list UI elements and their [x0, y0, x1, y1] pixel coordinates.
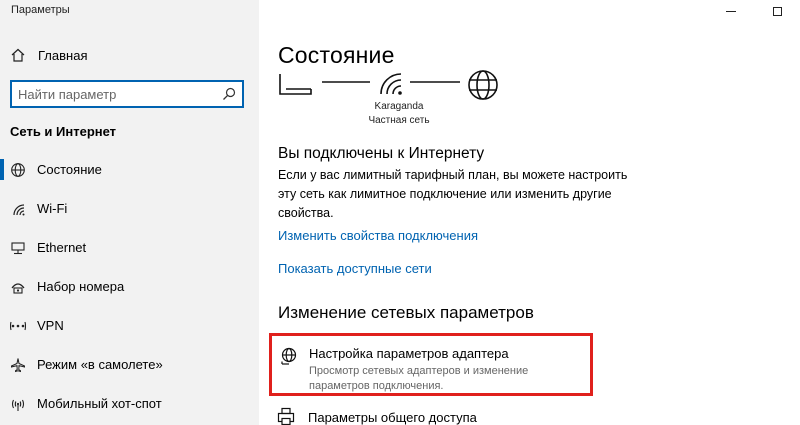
- printer-icon: [277, 407, 295, 425]
- adapter-settings-title: Настройка параметров адаптера: [309, 346, 509, 361]
- nav-list: Состояние Wi-Fi Ethernet Набор номера VP…: [0, 154, 259, 425]
- sidebar-item-label: VPN: [37, 318, 64, 333]
- search-icon[interactable]: [222, 87, 236, 101]
- sidebar-item-status[interactable]: Состояние: [0, 154, 259, 185]
- wifi-signal-icon: [380, 73, 402, 95]
- home-label: Главная: [38, 47, 88, 63]
- dialup-icon: [11, 282, 25, 294]
- show-available-networks-link[interactable]: Показать доступные сети: [278, 261, 432, 276]
- maximize-button[interactable]: [754, 0, 800, 22]
- vpn-icon: [10, 321, 26, 330]
- sidebar: Параметры Главная Сеть и Интернет Состоя…: [0, 0, 259, 425]
- status-heading: Вы подключены к Интернету: [278, 145, 485, 162]
- sidebar-item-vpn[interactable]: VPN: [0, 310, 259, 341]
- maximize-icon: [772, 6, 782, 16]
- sidebar-item-airplane[interactable]: Режим «в самолете»: [0, 349, 259, 380]
- minimize-icon: [726, 10, 736, 12]
- home-icon: [11, 48, 25, 62]
- sidebar-item-wifi[interactable]: Wi-Fi: [0, 193, 259, 224]
- change-connection-properties-link[interactable]: Изменить свойства подключения: [278, 228, 478, 243]
- window-controls: [708, 0, 800, 22]
- network-type: Частная сеть: [368, 115, 430, 126]
- change-settings-heading: Изменение сетевых параметров: [278, 303, 534, 322]
- wifi-icon: [13, 203, 25, 215]
- hotspot-icon: [11, 399, 25, 411]
- sidebar-item-label: Ethernet: [37, 240, 87, 255]
- internet-globe-icon: [468, 70, 498, 100]
- sidebar-item-label: Набор номера: [37, 279, 125, 294]
- airplane-icon: [11, 357, 25, 372]
- pc-icon: [279, 74, 312, 95]
- section-heading: Сеть и Интернет: [10, 124, 117, 139]
- adapter-settings-option[interactable]: Настройка параметров адаптера Просмотр с…: [269, 333, 593, 396]
- network-name: Karaganda: [374, 101, 424, 112]
- sidebar-item-ethernet[interactable]: Ethernet: [0, 232, 259, 263]
- sidebar-item-label: Wi-Fi: [37, 201, 68, 216]
- search-input[interactable]: [18, 86, 222, 102]
- sidebar-item-label: Режим «в самолете»: [37, 357, 163, 372]
- adapter-globe-icon: [281, 347, 297, 365]
- search-box[interactable]: [10, 80, 244, 108]
- adapter-settings-description: Просмотр сетевых адаптеров и изменение п…: [309, 365, 529, 392]
- page-title: Состояние: [278, 42, 395, 68]
- sharing-settings-title: Параметры общего доступа: [308, 409, 477, 425]
- status-description: Если у вас лимитный тарифный план, вы мо…: [278, 168, 628, 220]
- home-link[interactable]: Главная: [10, 47, 87, 63]
- sharing-settings-option[interactable]: Параметры общего доступа: [276, 407, 477, 425]
- sidebar-item-label: Мобильный хот-спот: [37, 396, 162, 411]
- window-title: Параметры: [11, 4, 70, 16]
- main-content: Состояние Karaganda Частная сеть Вы подк…: [259, 0, 800, 425]
- globe-status-icon: [11, 162, 25, 177]
- ethernet-icon: [11, 241, 25, 254]
- sidebar-item-dialup[interactable]: Набор номера: [0, 271, 259, 302]
- sidebar-item-hotspot[interactable]: Мобильный хот-спот: [0, 388, 259, 419]
- minimize-button[interactable]: [708, 0, 754, 22]
- sidebar-item-label: Состояние: [37, 162, 102, 177]
